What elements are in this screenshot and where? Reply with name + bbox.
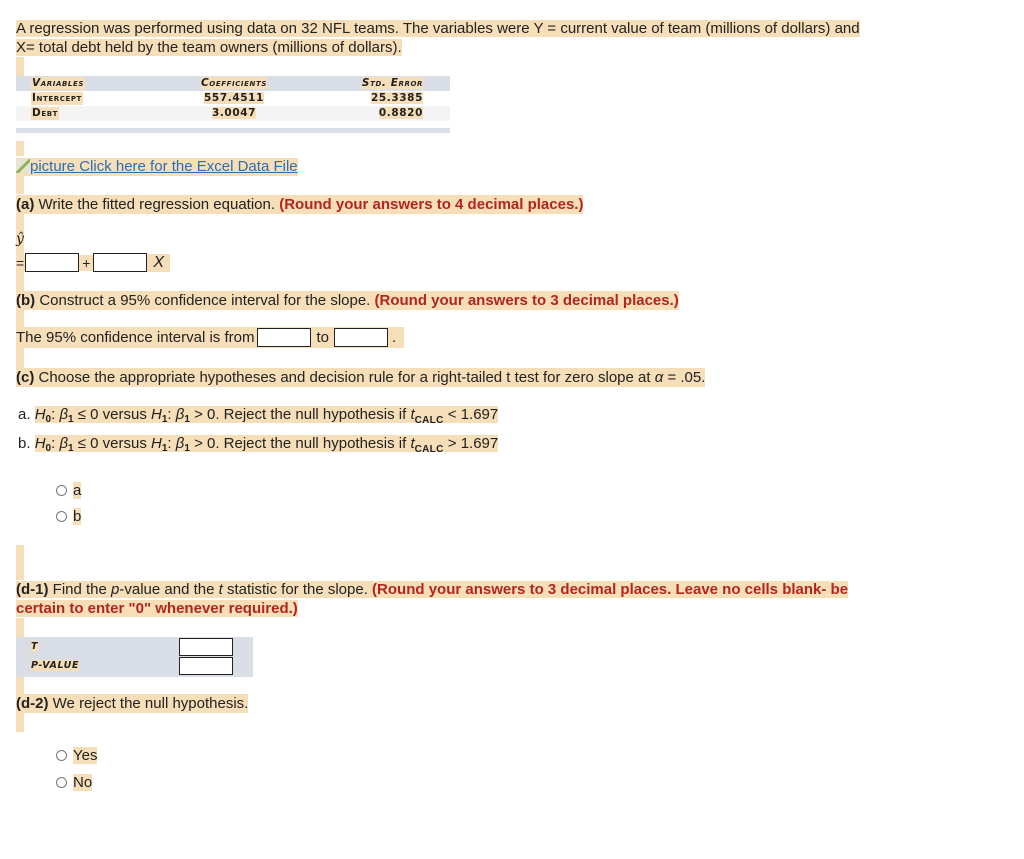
highlight-bar	[16, 618, 24, 637]
broken-image-icon	[16, 159, 30, 173]
part-a-question: (a) Write the fitted regression equation…	[16, 195, 584, 214]
radio-a[interactable]	[56, 485, 67, 496]
row-std-error: 25.3385	[370, 92, 423, 104]
y-hat-symbol: ŷ	[16, 231, 24, 247]
table-row: Intercept 557.4511 25.3385	[16, 91, 450, 106]
t-label: T	[31, 641, 39, 652]
row-coefficient: 3.0047	[211, 107, 257, 119]
header-std-error: Std. Error	[361, 77, 423, 89]
option-a: a. H0: β1 ≤ 0 versus H1: β1 > 0. Reject …	[18, 406, 499, 426]
regression-table: Variables Coefficients Std. Error Interc…	[16, 76, 450, 121]
p-value-input[interactable]	[179, 657, 233, 675]
ci-lower-input[interactable]	[257, 328, 312, 347]
highlight-bar	[16, 141, 24, 156]
choice-a-label: a	[73, 482, 82, 499]
part-c-question: (c) Choose the appropriate hypotheses an…	[16, 368, 706, 387]
row-coefficient: 557.4511	[204, 92, 264, 104]
option-b: b. H0: β1 ≤ 0 versus H1: β1 > 0. Reject …	[18, 435, 499, 455]
excel-data-link-row: picture Click here for the Excel Data Fi…	[16, 158, 298, 176]
t-pvalue-table: T P-VALUE	[16, 637, 253, 677]
equals-sign: =	[16, 254, 26, 271]
hypothesis-options: a. H0: β1 ≤ 0 versus H1: β1 > 0. Reject …	[18, 403, 499, 461]
table-row: Debt 3.0047 0.8820	[16, 106, 450, 121]
confidence-interval-row: The 95% confidence interval is from to .	[16, 327, 405, 348]
row-variable: Debt	[31, 107, 60, 120]
choice-no-label: No	[73, 774, 93, 791]
ci-period: .	[391, 329, 397, 346]
highlight-bar	[16, 310, 24, 328]
part-b-instruction: (Round your answers to 3 decimal places.…	[374, 292, 679, 309]
part-b-question: (b) Construct a 95% confidence interval …	[16, 291, 679, 310]
highlight-bar	[16, 57, 24, 76]
plus-sign: +	[79, 254, 94, 271]
choice-no[interactable]: No	[56, 774, 93, 791]
choice-yes[interactable]: Yes	[56, 747, 98, 764]
part-d1-instruction-1: (Round your answers to 3 decimal places.…	[372, 581, 849, 598]
part-d1-instruction-2: certain to enter "0" whenever required.)	[16, 600, 298, 617]
x-variable: X	[147, 253, 171, 272]
intro-line-2: X= total debt held by the team owners (m…	[16, 39, 402, 56]
header-coefficients: Coefficients	[200, 77, 267, 89]
ci-to-label: to	[316, 329, 329, 346]
highlight-bar	[16, 274, 24, 292]
table-footer-rule	[16, 128, 450, 133]
highlight-bar	[16, 713, 24, 732]
problem-intro: A regression was performed using data on…	[16, 19, 860, 57]
highlight-bar	[16, 348, 24, 368]
choice-b[interactable]: b	[56, 508, 82, 525]
intercept-input[interactable]	[25, 253, 80, 272]
part-a-instruction: (Round your answers to 4 decimal places.…	[279, 196, 584, 213]
t-statistic-input[interactable]	[179, 638, 233, 656]
slope-input[interactable]	[93, 253, 148, 272]
highlight-bar	[16, 176, 24, 194]
radio-yes[interactable]	[56, 750, 67, 761]
row-variable: Intercept	[31, 92, 83, 105]
header-variables: Variables	[31, 77, 85, 90]
regression-equation: = + X	[16, 253, 171, 272]
ci-upper-input[interactable]	[333, 328, 388, 347]
choice-a[interactable]: a	[56, 482, 82, 499]
choice-yes-label: Yes	[73, 747, 98, 764]
highlight-bar	[16, 677, 24, 694]
highlight-bar	[16, 545, 24, 580]
row-std-error: 0.8820	[378, 107, 423, 119]
part-d1-question: (d-1) Find the p-value and the t statist…	[16, 581, 849, 617]
choice-b-label: b	[73, 508, 82, 525]
ci-sentence: The 95% confidence interval is from	[16, 329, 255, 346]
intro-line-1: A regression was performed using data on…	[16, 20, 860, 37]
alpha-symbol: α	[654, 369, 664, 386]
p-value-label: P-VALUE	[31, 660, 80, 671]
table-header-row: Variables Coefficients Std. Error	[16, 76, 450, 91]
excel-data-link[interactable]: picture Click here for the Excel Data Fi…	[30, 158, 298, 175]
part-d2-question: (d-2) We reject the null hypothesis.	[16, 694, 249, 713]
radio-no[interactable]	[56, 777, 67, 788]
radio-b[interactable]	[56, 511, 67, 522]
